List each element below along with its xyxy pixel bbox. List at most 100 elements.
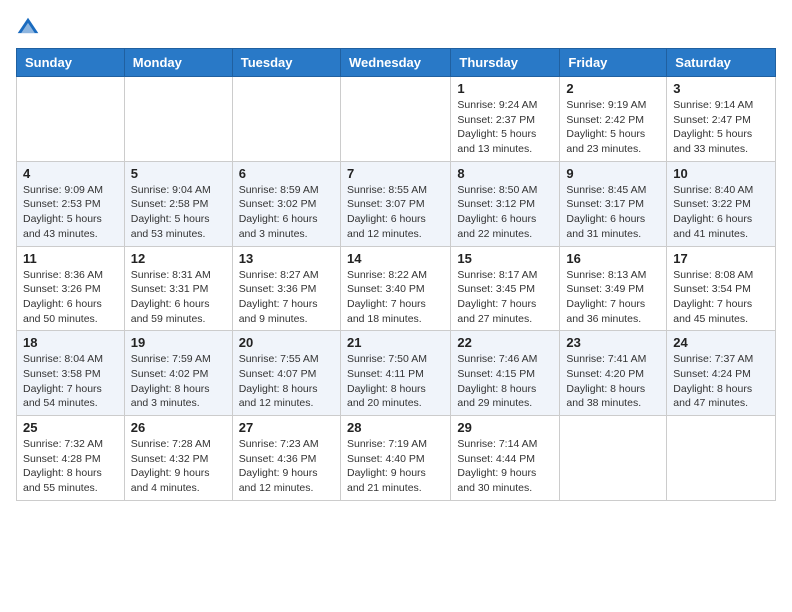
calendar-day-cell: 16 Sunrise: 8:13 AM Sunset: 3:49 PM Dayli… [560, 246, 667, 331]
day-number: 13 [239, 251, 334, 266]
day-number: 15 [457, 251, 553, 266]
calendar-day-cell: 24 Sunrise: 7:37 AM Sunset: 4:24 PM Dayli… [667, 331, 776, 416]
calendar-day-cell: 11 Sunrise: 8:36 AM Sunset: 3:26 PM Dayli… [17, 246, 125, 331]
weekday-header: Friday [560, 49, 667, 77]
calendar-day-cell: 20Sunrise: 7:55 AM Sunset: 4:07 PM Dayli… [232, 331, 340, 416]
calendar-day-cell: 18 Sunrise: 8:04 AM Sunset: 3:58 PM Dayli… [17, 331, 125, 416]
day-info: Sunrise: 9:14 AM Sunset: 2:47 PM Dayligh… [673, 98, 769, 157]
day-info: Sunrise: 8:36 AM Sunset: 3:26 PM Dayligh… [23, 268, 118, 327]
day-number: 11 [23, 251, 118, 266]
day-info: Sunrise: 9:09 AM Sunset: 2:53 PM Dayligh… [23, 183, 118, 242]
calendar-day-cell: 15 Sunrise: 8:17 AM Sunset: 3:45 PM Dayli… [451, 246, 560, 331]
day-info: Sunrise: 8:04 AM Sunset: 3:58 PM Dayligh… [23, 352, 118, 411]
day-info: Sunrise: 7:32 AM Sunset: 4:28 PM Dayligh… [23, 437, 118, 496]
day-info: Sunrise: 8:17 AM Sunset: 3:45 PM Dayligh… [457, 268, 553, 327]
calendar-day-cell: 29Sunrise: 7:14 AM Sunset: 4:44 PM Dayli… [451, 416, 560, 501]
calendar-day-cell: 23 Sunrise: 7:41 AM Sunset: 4:20 PM Dayli… [560, 331, 667, 416]
day-info: Sunrise: 7:41 AM Sunset: 4:20 PM Dayligh… [566, 352, 660, 411]
day-number: 20 [239, 335, 334, 350]
calendar-day-cell: 26 Sunrise: 7:28 AM Sunset: 4:32 PM Dayli… [124, 416, 232, 501]
calendar-day-cell [17, 77, 125, 162]
day-number: 9 [566, 166, 660, 181]
day-number: 7 [347, 166, 444, 181]
page-header [16, 16, 776, 40]
calendar-day-cell: 10 Sunrise: 8:40 AM Sunset: 3:22 PM Dayli… [667, 161, 776, 246]
day-number: 4 [23, 166, 118, 181]
day-number: 19 [131, 335, 226, 350]
logo-icon [16, 16, 40, 40]
calendar-day-cell: 27 Sunrise: 7:23 AM Sunset: 4:36 PM Dayli… [232, 416, 340, 501]
day-info: Sunrise: 8:27 AM Sunset: 3:36 PM Dayligh… [239, 268, 334, 327]
calendar-table: SundayMondayTuesdayWednesdayThursdayFrid… [16, 48, 776, 501]
calendar-day-cell: 5 Sunrise: 9:04 AM Sunset: 2:58 PM Daylig… [124, 161, 232, 246]
weekday-header: Monday [124, 49, 232, 77]
calendar-day-cell: 12 Sunrise: 8:31 AM Sunset: 3:31 PM Dayli… [124, 246, 232, 331]
calendar-day-cell [667, 416, 776, 501]
day-number: 22 [457, 335, 553, 350]
calendar-day-cell: 14Sunrise: 8:22 AM Sunset: 3:40 PM Dayli… [340, 246, 450, 331]
day-number: 10 [673, 166, 769, 181]
day-info: Sunrise: 7:14 AM Sunset: 4:44 PM Dayligh… [457, 437, 553, 496]
day-number: 1 [457, 81, 553, 96]
day-number: 26 [131, 420, 226, 435]
day-info: Sunrise: 7:19 AM Sunset: 4:40 PM Dayligh… [347, 437, 444, 496]
calendar-day-cell: 8Sunrise: 8:50 AM Sunset: 3:12 PM Daylig… [451, 161, 560, 246]
day-info: Sunrise: 7:46 AM Sunset: 4:15 PM Dayligh… [457, 352, 553, 411]
day-number: 8 [457, 166, 553, 181]
day-info: Sunrise: 8:55 AM Sunset: 3:07 PM Dayligh… [347, 183, 444, 242]
day-number: 6 [239, 166, 334, 181]
day-number: 18 [23, 335, 118, 350]
weekday-header: Wednesday [340, 49, 450, 77]
calendar-day-cell: 19Sunrise: 7:59 AM Sunset: 4:02 PM Dayli… [124, 331, 232, 416]
day-info: Sunrise: 8:13 AM Sunset: 3:49 PM Dayligh… [566, 268, 660, 327]
day-number: 27 [239, 420, 334, 435]
day-info: Sunrise: 8:08 AM Sunset: 3:54 PM Dayligh… [673, 268, 769, 327]
logo [16, 16, 44, 40]
weekday-header: Tuesday [232, 49, 340, 77]
calendar-day-cell [124, 77, 232, 162]
calendar-day-cell: 28 Sunrise: 7:19 AM Sunset: 4:40 PM Dayli… [340, 416, 450, 501]
calendar-day-cell: 22 Sunrise: 7:46 AM Sunset: 4:15 PM Dayli… [451, 331, 560, 416]
calendar-day-cell: 9 Sunrise: 8:45 AM Sunset: 3:17 PM Daylig… [560, 161, 667, 246]
day-info: Sunrise: 8:31 AM Sunset: 3:31 PM Dayligh… [131, 268, 226, 327]
day-number: 17 [673, 251, 769, 266]
day-info: Sunrise: 8:59 AM Sunset: 3:02 PM Dayligh… [239, 183, 334, 242]
day-number: 12 [131, 251, 226, 266]
weekday-header: Sunday [17, 49, 125, 77]
day-info: Sunrise: 7:50 AM Sunset: 4:11 PM Dayligh… [347, 352, 444, 411]
day-info: Sunrise: 8:45 AM Sunset: 3:17 PM Dayligh… [566, 183, 660, 242]
day-info: Sunrise: 7:28 AM Sunset: 4:32 PM Dayligh… [131, 437, 226, 496]
calendar-day-cell: 21Sunrise: 7:50 AM Sunset: 4:11 PM Dayli… [340, 331, 450, 416]
calendar-week-row: 11 Sunrise: 8:36 AM Sunset: 3:26 PM Dayli… [17, 246, 776, 331]
day-info: Sunrise: 7:37 AM Sunset: 4:24 PM Dayligh… [673, 352, 769, 411]
calendar-week-row: 18 Sunrise: 8:04 AM Sunset: 3:58 PM Dayli… [17, 331, 776, 416]
calendar-day-cell: 6 Sunrise: 8:59 AM Sunset: 3:02 PM Daylig… [232, 161, 340, 246]
day-number: 24 [673, 335, 769, 350]
weekday-header: Thursday [451, 49, 560, 77]
weekday-header: Saturday [667, 49, 776, 77]
day-number: 23 [566, 335, 660, 350]
calendar-day-cell [560, 416, 667, 501]
calendar-day-cell: 3Sunrise: 9:14 AM Sunset: 2:47 PM Daylig… [667, 77, 776, 162]
day-info: Sunrise: 9:19 AM Sunset: 2:42 PM Dayligh… [566, 98, 660, 157]
calendar-day-cell [232, 77, 340, 162]
calendar-day-cell [340, 77, 450, 162]
day-number: 28 [347, 420, 444, 435]
calendar-day-cell: 13 Sunrise: 8:27 AM Sunset: 3:36 PM Dayli… [232, 246, 340, 331]
calendar-day-cell: 7 Sunrise: 8:55 AM Sunset: 3:07 PM Daylig… [340, 161, 450, 246]
day-info: Sunrise: 8:40 AM Sunset: 3:22 PM Dayligh… [673, 183, 769, 242]
day-number: 16 [566, 251, 660, 266]
day-info: Sunrise: 7:23 AM Sunset: 4:36 PM Dayligh… [239, 437, 334, 496]
day-number: 2 [566, 81, 660, 96]
calendar-week-row: 4 Sunrise: 9:09 AM Sunset: 2:53 PM Daylig… [17, 161, 776, 246]
day-number: 5 [131, 166, 226, 181]
calendar-day-cell: 4 Sunrise: 9:09 AM Sunset: 2:53 PM Daylig… [17, 161, 125, 246]
day-number: 25 [23, 420, 118, 435]
calendar-day-cell: 2 Sunrise: 9:19 AM Sunset: 2:42 PM Daylig… [560, 77, 667, 162]
calendar-day-cell: 17 Sunrise: 8:08 AM Sunset: 3:54 PM Dayli… [667, 246, 776, 331]
calendar-week-row: 25 Sunrise: 7:32 AM Sunset: 4:28 PM Dayli… [17, 416, 776, 501]
calendar-header-row: SundayMondayTuesdayWednesdayThursdayFrid… [17, 49, 776, 77]
calendar-day-cell: 1Sunrise: 9:24 AM Sunset: 2:37 PM Daylig… [451, 77, 560, 162]
day-info: Sunrise: 9:04 AM Sunset: 2:58 PM Dayligh… [131, 183, 226, 242]
day-number: 14 [347, 251, 444, 266]
